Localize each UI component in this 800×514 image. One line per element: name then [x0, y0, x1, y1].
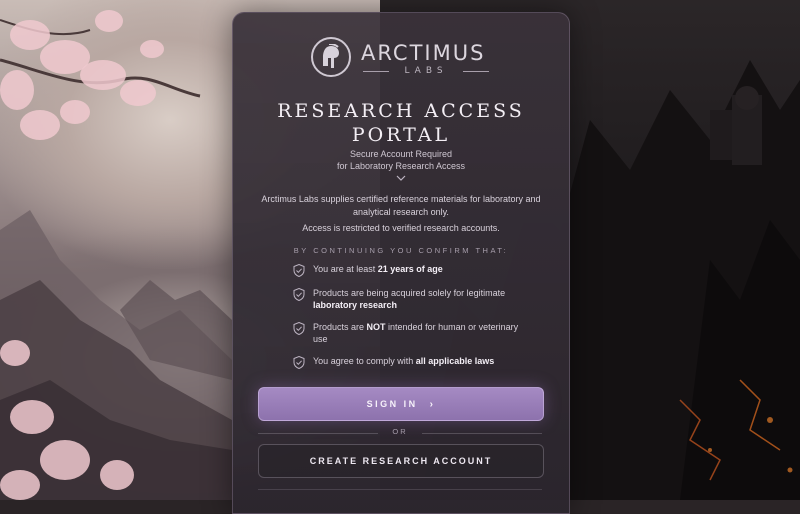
brand-subtitle: LABS	[363, 66, 489, 76]
brand-name: ARCTIMUS	[361, 41, 486, 65]
confirmation-text: You are at least	[313, 264, 378, 274]
subtitle-line-2: for Laboratory Research Access	[336, 161, 466, 171]
confirmation-emphasis: NOT	[366, 322, 386, 332]
shield-check-icon	[293, 322, 305, 335]
shield-check-icon	[293, 288, 305, 301]
chevron-right-icon: ›	[429, 398, 436, 410]
divider-line	[422, 433, 542, 434]
sign-in-button[interactable]: SIGN IN ›	[258, 387, 544, 421]
confirmation-item: You agree to comply with all applicable …	[293, 355, 495, 369]
access-portal-panel: ARCTIMUS LABS RESEARCH ACCESS PORTAL Sec…	[232, 12, 570, 514]
brand-logo: ARCTIMUS LABS	[233, 37, 569, 77]
title-line-1: RESEARCH ACCESS	[277, 100, 525, 122]
page-title: RESEARCH ACCESS PORTAL	[233, 99, 569, 147]
footer-divider	[258, 489, 542, 490]
confirmation-emphasis: all applicable laws	[415, 356, 495, 366]
subtitle-line-1: Secure Account Required	[349, 149, 453, 159]
sign-in-label: SIGN IN	[366, 399, 418, 409]
spartan-helmet-icon	[311, 37, 351, 77]
confirmation-item: Products are being acquired solely for l…	[293, 287, 505, 311]
create-account-button[interactable]: CREATE RESEARCH ACCOUNT	[258, 444, 544, 478]
page-subtitle: Secure Account Required for Laboratory R…	[233, 148, 569, 172]
title-line-2: PORTAL	[351, 124, 451, 146]
confirmation-emphasis: laboratory research	[313, 300, 398, 310]
confirmation-item: You are at least 21 years of age	[293, 263, 443, 277]
chevron-down-icon	[396, 175, 406, 181]
or-divider: OR	[258, 427, 542, 439]
confirmation-text: Products are being acquired solely for l…	[313, 288, 506, 298]
confirmation-emphasis: 21 years of age	[377, 264, 443, 274]
shield-check-icon	[293, 264, 305, 277]
confirmation-text: You agree to comply with	[313, 356, 416, 366]
portal-description: Arctimus Labs supplies certified referen…	[261, 194, 541, 217]
confirmation-text: Products are	[313, 322, 367, 332]
confirmation-heading: BY CONTINUING YOU CONFIRM THAT:	[293, 246, 509, 255]
or-label: OR	[392, 427, 408, 436]
shield-check-icon	[293, 356, 305, 369]
create-account-label: CREATE RESEARCH ACCOUNT	[309, 456, 493, 466]
access-restriction-note: Access is restricted to verified researc…	[302, 223, 500, 233]
confirmation-item: Products are NOT intended for human or v…	[293, 321, 523, 345]
